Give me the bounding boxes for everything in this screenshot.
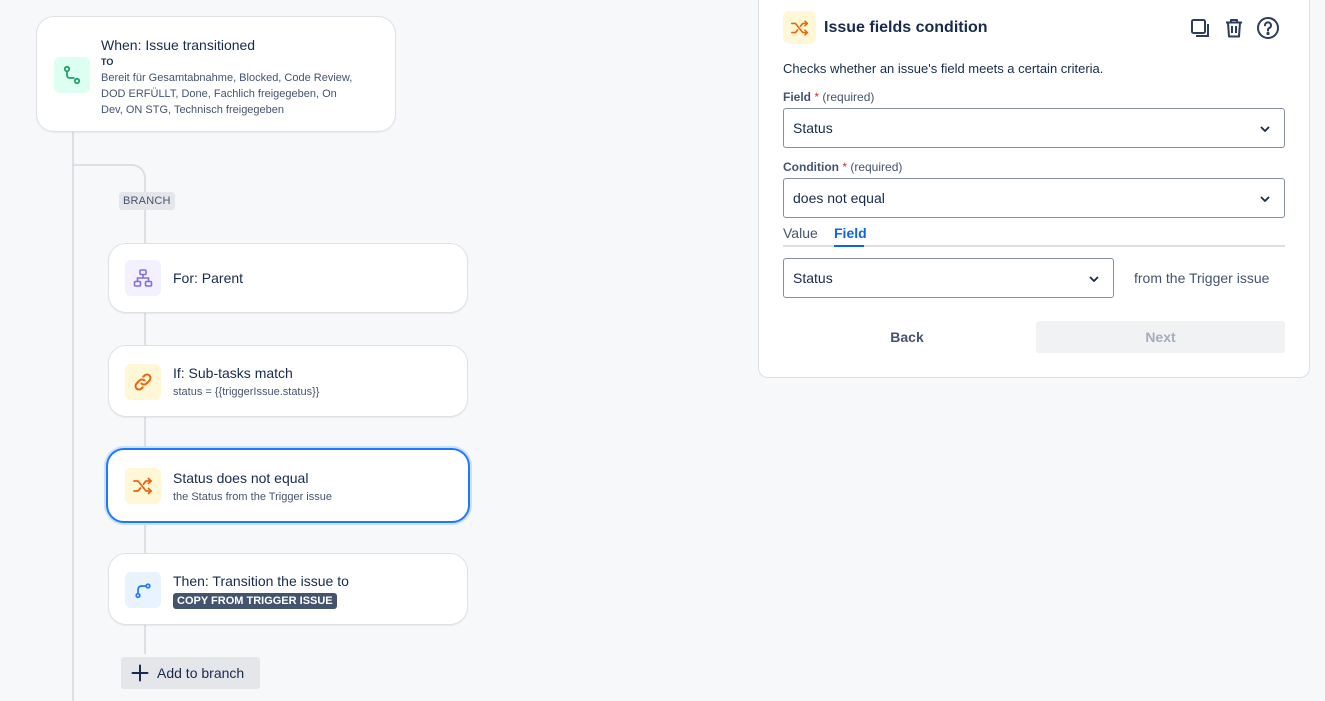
main-connector <box>72 132 74 701</box>
condition-label-text: Condition <box>783 160 839 174</box>
branch-parent-card[interactable]: For: Parent <box>108 243 468 313</box>
chevron-down-icon <box>1089 276 1099 282</box>
transition-title: Then: Transition the issue to <box>173 573 349 589</box>
trigger-to-label: TO <box>101 57 114 67</box>
from-trigger-issue-text: from the Trigger issue <box>1134 270 1270 286</box>
panel-description: Checks whether an issue's field meets a … <box>783 61 1104 76</box>
copy-from-trigger-lozenge: COPY FROM TRIGGER ISSUE <box>173 593 337 609</box>
status-condition-subtitle: the Status from the Trigger issue <box>173 491 332 503</box>
active-tab-indicator <box>834 245 864 247</box>
condition-label: Condition * (required) <box>783 160 902 174</box>
condition-select-value: does not equal <box>793 190 885 206</box>
chevron-down-icon <box>1260 196 1270 202</box>
panel-actions <box>1187 15 1281 41</box>
transition-action-card[interactable]: Then: Transition the issue to COPY FROM … <box>108 553 468 625</box>
status-condition-title: Status does not equal <box>173 470 309 486</box>
tab-value[interactable]: Value <box>783 225 818 241</box>
hierarchy-icon <box>125 260 161 296</box>
trash-icon[interactable] <box>1221 15 1247 41</box>
field-required-mark: * <box>814 90 820 104</box>
condition-required-text: (required) <box>850 160 903 174</box>
subtasks-subtitle: status = {{triggerIssue.status}} <box>173 386 320 398</box>
parent-title: For: Parent <box>173 270 244 286</box>
condition-select[interactable]: does not equal <box>783 178 1285 218</box>
help-icon[interactable] <box>1255 15 1281 41</box>
field-select-value: Status <box>793 120 833 136</box>
add-to-branch-button[interactable]: Add to branch <box>121 657 260 689</box>
chevron-down-icon <box>1260 126 1270 132</box>
subtasks-condition-card[interactable]: If: Sub-tasks match status = {{triggerIs… <box>108 345 468 417</box>
tab-field[interactable]: Field <box>834 225 867 241</box>
plus-icon <box>131 664 149 682</box>
automation-canvas: When: Issue transitioned TO Bereit für G… <box>0 0 1325 701</box>
field-required-text: (required) <box>822 90 875 104</box>
shuffle-icon <box>125 468 161 504</box>
trigger-statuses: Bereit für Gesamtabnahme, Blocked, Code … <box>101 72 353 116</box>
field-label-text: Field <box>783 90 812 104</box>
add-to-branch-label: Add to branch <box>157 665 245 681</box>
transition-arrow-icon <box>125 572 161 608</box>
value-field-tabs: Value Field <box>783 223 1285 247</box>
panel-title: Issue fields condition <box>824 19 988 36</box>
field-select[interactable]: Status <box>783 108 1285 148</box>
back-button[interactable]: Back <box>783 321 1031 353</box>
field-label: Field * (required) <box>783 90 874 104</box>
issue-fields-condition-panel: Issue fields condition Checks whether an… <box>758 0 1310 378</box>
transition-icon <box>54 57 90 93</box>
compare-field-value: Status <box>793 270 833 286</box>
trigger-title: When: Issue transitioned <box>101 37 256 53</box>
shuffle-icon <box>783 11 816 44</box>
compare-field-select[interactable]: Status <box>783 258 1114 298</box>
subtasks-title: If: Sub-tasks match <box>173 365 293 381</box>
next-button[interactable]: Next <box>1036 321 1285 353</box>
link-icon <box>125 364 161 400</box>
condition-required-mark: * <box>842 160 847 174</box>
status-condition-card[interactable]: Status does not equal the Status from th… <box>106 448 470 523</box>
branch-tag: BRANCH <box>119 192 175 210</box>
copy-icon[interactable] <box>1187 15 1213 41</box>
trigger-card[interactable]: When: Issue transitioned TO Bereit für G… <box>36 16 396 132</box>
